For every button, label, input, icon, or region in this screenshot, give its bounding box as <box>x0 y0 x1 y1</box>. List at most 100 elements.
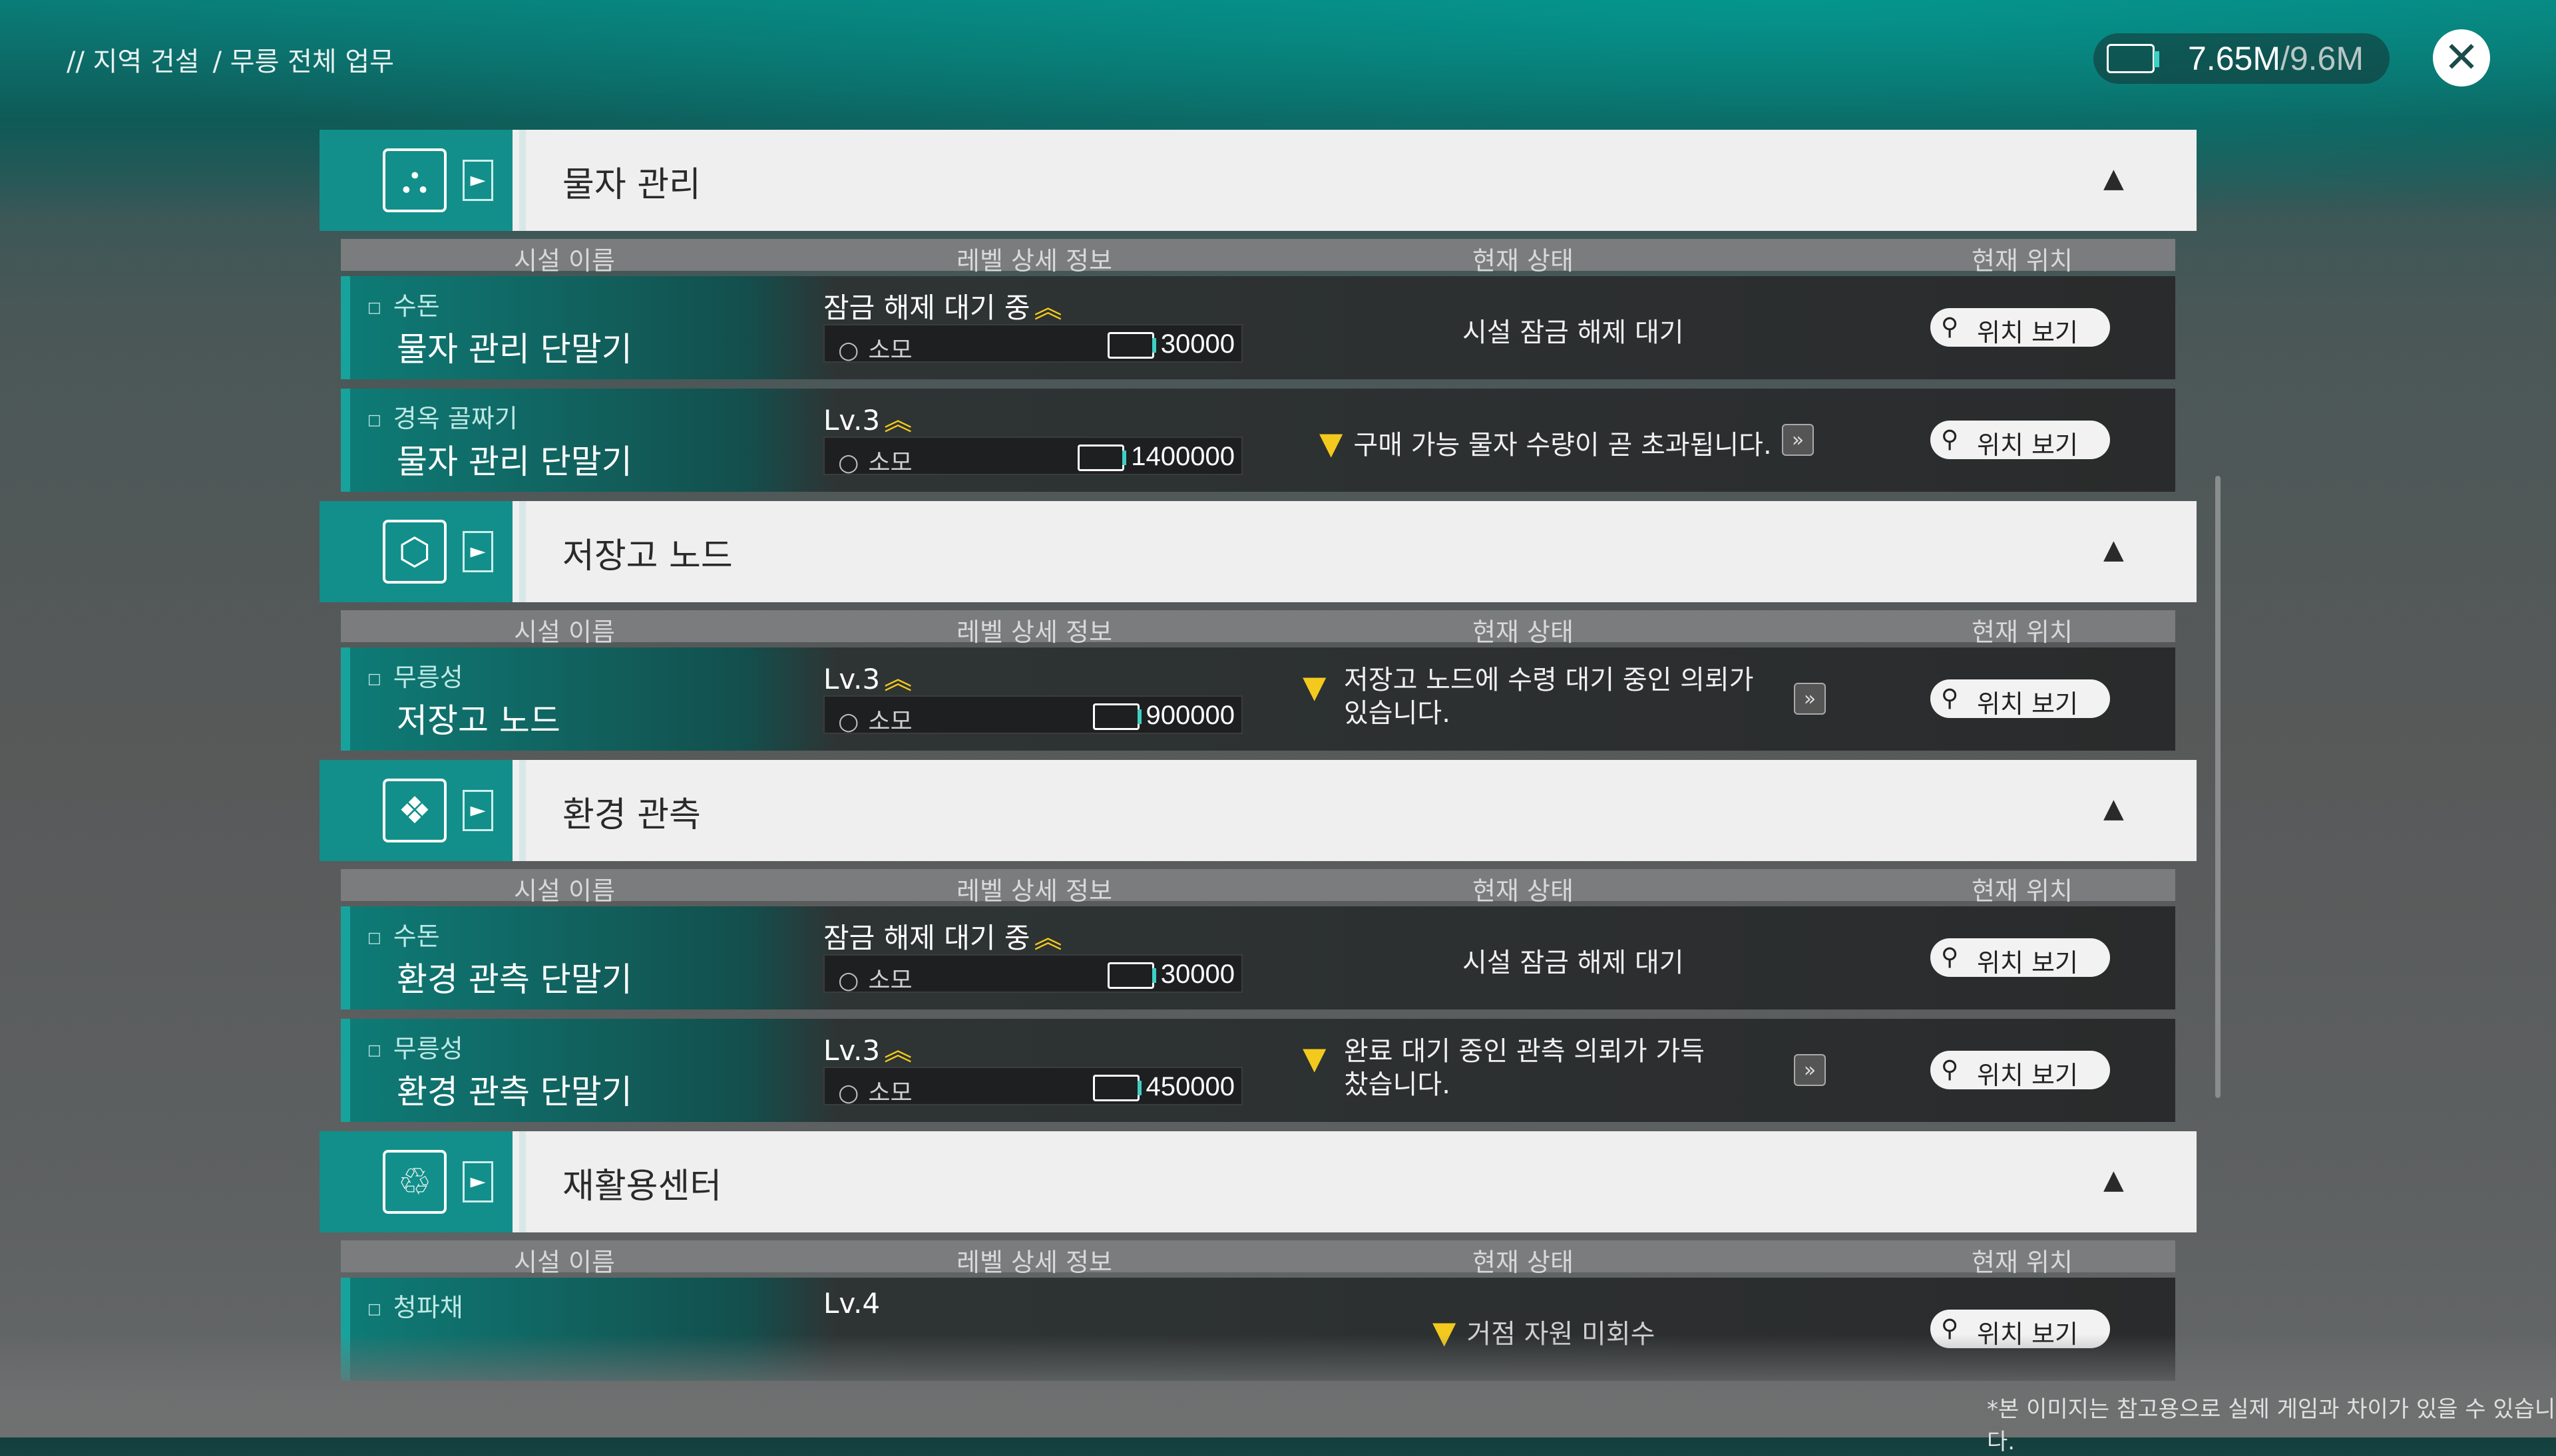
status-text: 완료 대기 중인 관측 의뢰가 가득 <box>1344 1036 1705 1067</box>
facility-row[interactable]: 수돈 물자 관리 단말기 잠금 해제 대기 중︽ 소모 30000 시설 잠금 … <box>341 276 2175 379</box>
upgrade-icon: ︽ <box>1034 922 1062 954</box>
storage-icon: ⬡ <box>383 520 447 584</box>
col-level-info: 레벨 상세 정보 <box>957 876 1112 906</box>
divider <box>519 1131 526 1232</box>
row-accent <box>341 276 350 379</box>
category-icon-box: ⬡ ► <box>320 501 513 602</box>
cost-label: 소모 <box>838 702 912 737</box>
facility-name: 저장고 노드 <box>397 701 560 740</box>
col-facility-name: 시설 이름 <box>514 246 615 275</box>
view-location-button[interactable]: ⚲ 위치 보기 <box>1930 308 2110 347</box>
col-location: 현재 위치 <box>1972 618 2073 647</box>
level-text: 잠금 해제 대기 중 <box>823 291 1030 324</box>
category-header-supply[interactable]: ⛬ ► 물자 관리 ▲ <box>320 130 2197 231</box>
warning-icon: ▼ <box>1319 425 1343 461</box>
recycle-icon: ♲ <box>383 1150 447 1214</box>
cost-value-wrap: 30000 <box>1107 960 1235 990</box>
divider <box>519 760 526 861</box>
level-info: 잠금 해제 대기 중 ︽ <box>823 285 1062 326</box>
col-facility-name: 시설 이름 <box>514 618 615 647</box>
row-accent <box>341 1019 350 1122</box>
col-location: 현재 위치 <box>1972 1248 2073 1277</box>
facility-row[interactable]: 경옥 골짜기 물자 관리 단말기 Lv.3︽ 소모 1400000 ▼ 구매 가능… <box>341 389 2175 492</box>
status-text: 시설 잠금 해제 대기 <box>1462 317 1684 348</box>
collapse-toggle-icon[interactable]: ▲ <box>2103 1165 2124 1195</box>
view-location-label: 위치 보기 <box>1977 689 2078 719</box>
category-icon-box: ❖ ► <box>320 760 513 861</box>
cost-value: 450000 <box>1146 1072 1235 1101</box>
col-facility-name: 시설 이름 <box>514 876 615 906</box>
status-text-line2: 찼습니다. <box>1344 1069 1450 1100</box>
facility-row[interactable]: 수돈 환경 관측 단말기 잠금 해제 대기 중︽ 소모 30000 시설 잠금 … <box>341 906 2175 1009</box>
level-info: 잠금 해제 대기 중 ︽ <box>823 916 1062 956</box>
view-location-button[interactable]: ⚲ 위치 보기 <box>1930 679 2110 719</box>
location-pin-icon: ⚲ <box>1941 313 1959 341</box>
view-location-label: 위치 보기 <box>1977 1061 2078 1090</box>
level-text: Lv.3 <box>823 663 881 695</box>
collapse-toggle-icon[interactable]: ▲ <box>2103 534 2124 565</box>
close-button[interactable]: ✕ <box>2433 29 2490 87</box>
col-level-info: 레벨 상세 정보 <box>957 1248 1112 1277</box>
facility-row[interactable]: 무릉성 환경 관측 단말기 Lv.3︽ 소모 450000 ▼ 완료 대기 중인… <box>341 1019 2175 1122</box>
collapse-toggle-icon[interactable]: ▲ <box>2103 163 2124 194</box>
facility-name: 물자 관리 단말기 <box>397 443 632 481</box>
breadcrumb: // 지역 건설 / 무릉 전체 업무 <box>67 40 407 79</box>
category-header-storage[interactable]: ⬡ ► 저장고 노드 ▲ <box>320 501 2197 602</box>
view-location-button[interactable]: ⚲ 위치 보기 <box>1930 938 2110 978</box>
arrow-icon: ► <box>463 531 493 572</box>
col-status: 현재 상태 <box>1472 876 1574 906</box>
facility-location: 청파채 <box>367 1287 463 1324</box>
warning-icon: ▼ <box>1303 1040 1327 1076</box>
row-accent <box>341 906 350 1009</box>
footnote: *본 이미지는 참고용으로 실제 게임과 차이가 있을 수 있습니다. <box>1987 1396 2556 1455</box>
ticket-icon <box>1092 1075 1142 1102</box>
cost-value-wrap: 30000 <box>1107 329 1235 359</box>
cost-label: 소모 <box>838 443 912 478</box>
col-level-info: 레벨 상세 정보 <box>957 246 1112 275</box>
scrollbar[interactable] <box>2215 476 2221 1098</box>
level-info: Lv.3 ︽ <box>823 1028 912 1069</box>
double-chevron-icon: » <box>1803 687 1816 711</box>
go-to-button[interactable]: » <box>1794 1054 1826 1086</box>
facility-list: ⛬ ► 물자 관리 ▲ 시설 이름 레벨 상세 정보 현재 상태 현재 위치 수… <box>320 130 2197 1390</box>
col-location: 현재 위치 <box>1972 876 2073 906</box>
col-status: 현재 상태 <box>1472 618 1574 647</box>
status-warning: ▼ 구매 가능 물자 수량이 곧 초과됩니다. <box>1319 423 1772 462</box>
category-header-recycle[interactable]: ♲ ► 재활용센터 ▲ <box>320 1131 2197 1232</box>
view-location-label: 위치 보기 <box>1977 318 2078 347</box>
divider <box>519 501 526 602</box>
facility-row[interactable]: 무릉성 저장고 노드 Lv.3︽ 소모 900000 ▼ 저장고 노드에 수령 … <box>341 647 2175 751</box>
view-location-label: 위치 보기 <box>1977 431 2078 460</box>
currency-display: 7.65M/9.6M <box>2093 33 2390 84</box>
warning-icon: ▼ <box>1303 669 1327 705</box>
category-title: 재활용센터 <box>562 1167 722 1206</box>
cost-value-wrap: 1400000 <box>1078 442 1235 472</box>
location-pin-icon: ⚲ <box>1941 426 1959 453</box>
arrow-icon: ► <box>463 790 493 831</box>
view-location-button[interactable]: ⚲ 위치 보기 <box>1930 1051 2110 1090</box>
view-location-button[interactable]: ⚲ 위치 보기 <box>1930 421 2110 460</box>
go-to-button[interactable]: » <box>1794 683 1826 715</box>
cost-value: 30000 <box>1160 329 1235 359</box>
facility-name: 환경 관측 단말기 <box>397 960 632 999</box>
col-location: 현재 위치 <box>1972 246 2073 275</box>
cost-label: 소모 <box>838 961 912 996</box>
column-header: 시설 이름 레벨 상세 정보 현재 상태 현재 위치 <box>341 239 2175 275</box>
close-icon: ✕ <box>2444 33 2479 83</box>
col-facility-name: 시설 이름 <box>514 1248 615 1277</box>
location-pin-icon: ⚲ <box>1941 944 1959 971</box>
go-to-button[interactable]: » <box>1782 424 1814 456</box>
row-accent <box>341 647 350 751</box>
category-icon-box: ⛬ ► <box>320 130 513 231</box>
ticket-icon <box>2107 44 2159 73</box>
col-status: 현재 상태 <box>1472 246 1574 275</box>
collapse-toggle-icon[interactable]: ▲ <box>2103 793 2124 824</box>
cost-box: 소모 30000 <box>823 324 1243 364</box>
upgrade-icon: ︽ <box>884 404 913 437</box>
category-header-observation[interactable]: ❖ ► 환경 관측 ▲ <box>320 760 2197 861</box>
status-text: 시설 잠금 해제 대기 <box>1462 948 1684 978</box>
facility-location: 무릉성 <box>367 657 463 693</box>
breadcrumb-item-region[interactable]: // 지역 건설 <box>67 47 200 77</box>
cost-box: 소모 30000 <box>823 954 1243 996</box>
location-pin-icon: ⚲ <box>1941 685 1959 712</box>
